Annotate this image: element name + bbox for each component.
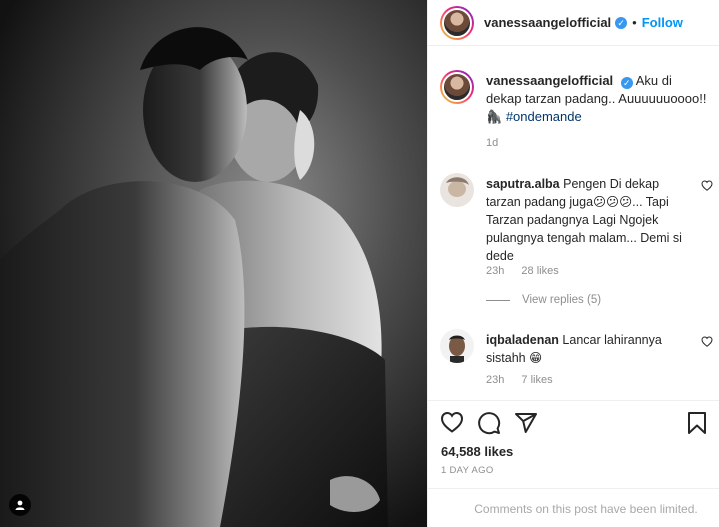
post-header: vanessaangelofficial ✓ • Follow <box>428 0 719 46</box>
comment-avatar[interactable] <box>440 329 474 363</box>
header-username[interactable]: vanessaangelofficial <box>484 15 611 30</box>
couple-photo-image <box>0 0 427 527</box>
post-date[interactable]: 1 DAY AGO <box>441 465 494 476</box>
bookmark-icon[interactable] <box>686 411 708 438</box>
comments-limited-notice: Comments on this post have been limited. <box>428 488 719 527</box>
comment-time[interactable]: 23h <box>486 374 504 386</box>
comment-avatar[interactable] <box>440 173 474 207</box>
caption-username[interactable]: vanessaangelofficial <box>486 73 613 88</box>
comment-likes[interactable]: 7 likes <box>521 374 552 386</box>
view-replies-label: View replies (5) <box>522 294 602 306</box>
heart-icon[interactable] <box>440 411 464 436</box>
share-icon[interactable] <box>514 411 538 438</box>
follow-button[interactable]: Follow <box>642 15 683 30</box>
comment-likes[interactable]: 28 likes <box>521 265 558 277</box>
view-replies-button[interactable]: View replies (5) <box>486 294 601 306</box>
comment-icon[interactable] <box>477 411 501 438</box>
post-photo[interactable] <box>0 0 427 527</box>
comment-like-heart-icon[interactable] <box>701 179 713 194</box>
verified-badge-icon: ✓ <box>615 16 628 29</box>
caption-avatar[interactable] <box>440 70 474 104</box>
comment-meta: 23h 28 likes <box>486 265 573 277</box>
replies-divider <box>486 299 510 301</box>
caption-hashtag[interactable]: #ondemande <box>506 109 582 124</box>
comment-time[interactable]: 23h <box>486 265 504 277</box>
verified-badge-icon: ✓ <box>620 77 633 89</box>
instagram-post: vanessaangelofficial ✓ • Follow vanessaa… <box>0 0 719 527</box>
header-separator: • <box>632 15 637 30</box>
caption-time[interactable]: 1d <box>486 134 708 152</box>
likes-count[interactable]: 64,588 likes <box>441 444 513 459</box>
header-avatar[interactable] <box>440 5 474 40</box>
comment-like-heart-icon[interactable] <box>701 335 713 350</box>
comment-username[interactable]: saputra.alba <box>486 177 560 191</box>
comments-section: vanessaangelofficial ✓ Aku di dekap tarz… <box>428 47 719 400</box>
user-tag-icon[interactable] <box>9 494 31 516</box>
comment-meta: 23h 7 likes <box>486 374 567 386</box>
action-icons <box>440 411 710 437</box>
comment-username[interactable]: iqbaladenan <box>486 333 559 347</box>
post-actions: 64,588 likes 1 DAY AGO Comments on this … <box>428 400 719 527</box>
post-side-panel: vanessaangelofficial ✓ • Follow vanessaa… <box>427 0 719 527</box>
